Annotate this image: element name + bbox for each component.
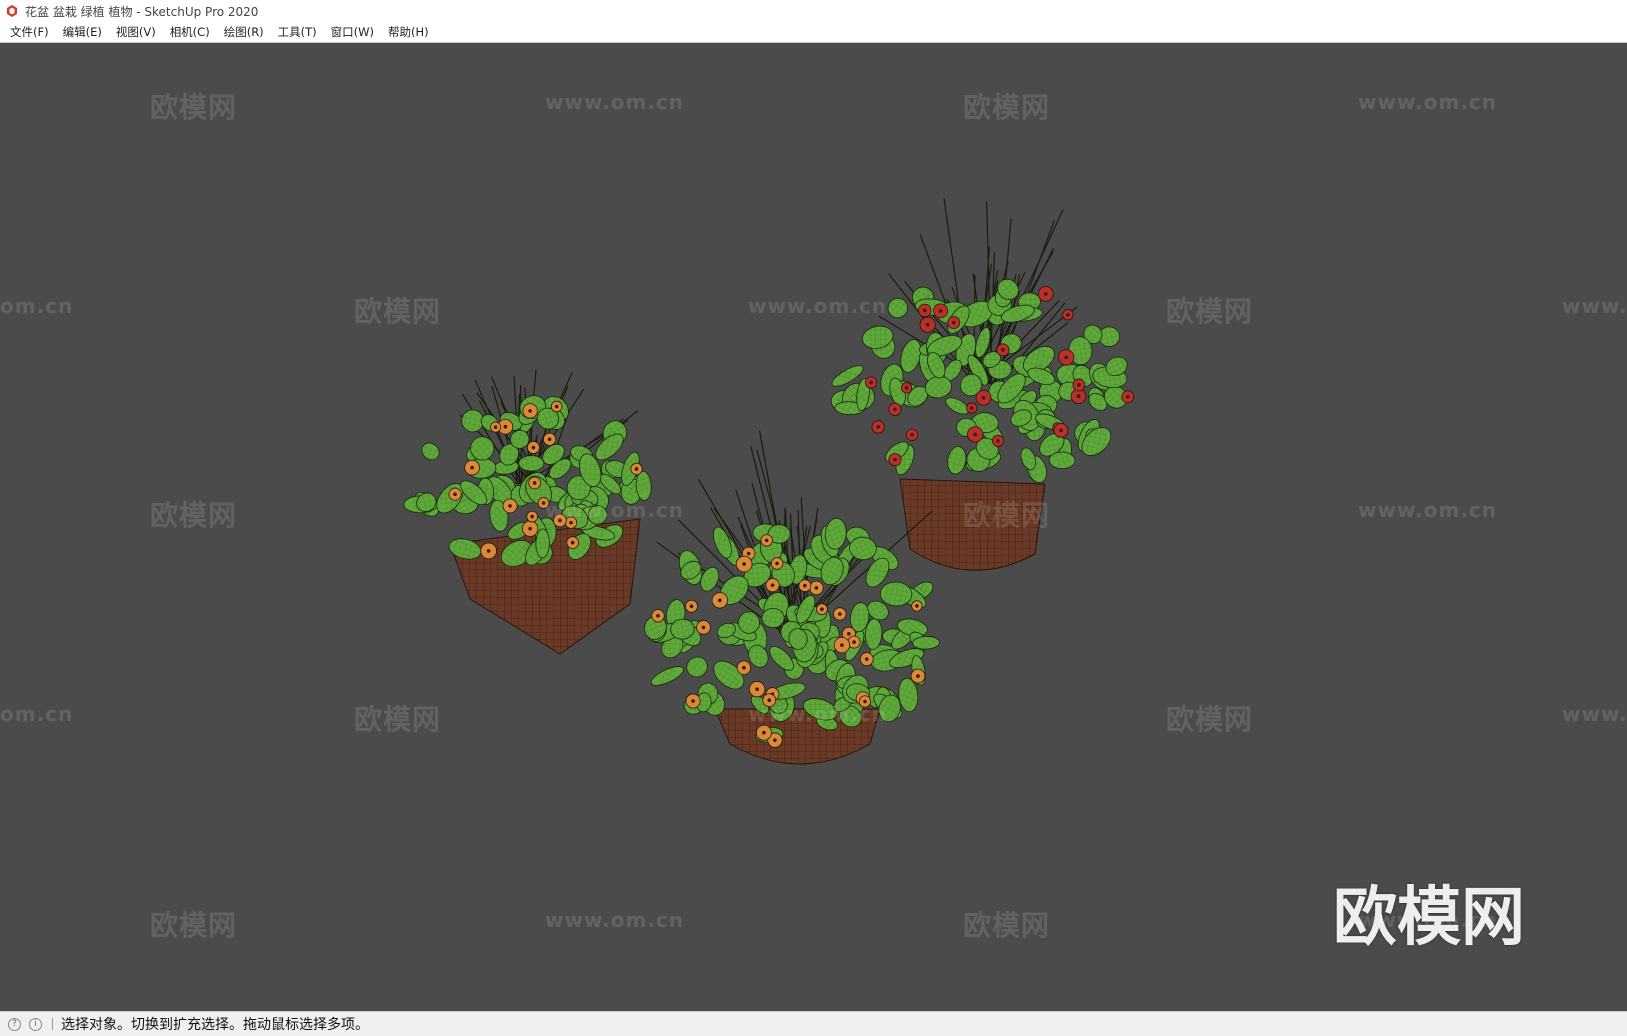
site-logo-watermark: 欧模网 xyxy=(1333,881,1525,955)
bowl-pot-plant[interactable] xyxy=(641,430,941,765)
model-viewport[interactable]: 欧模网 www.om.cn 欧模网 www.om.cn om.cn 欧模网 ww… xyxy=(0,44,1627,1011)
status-divider xyxy=(52,1018,53,1030)
menu-tools[interactable]: 工具(T) xyxy=(271,23,324,42)
heart-pot-plant[interactable] xyxy=(403,369,660,655)
menu-camera[interactable]: 相机(C) xyxy=(163,23,217,42)
status-message: 选择对象。切换到扩充选择。拖动鼠标选择多项。 xyxy=(61,1017,369,1033)
menu-edit[interactable]: 编辑(E) xyxy=(56,23,109,42)
menu-file[interactable]: 文件(F) xyxy=(3,23,56,42)
menu-view[interactable]: 视图(V) xyxy=(109,23,163,42)
info-icon[interactable]: i xyxy=(29,1017,42,1031)
sketchup-app-icon[interactable] xyxy=(5,4,19,18)
menu-draw[interactable]: 绘图(R) xyxy=(217,23,271,42)
menu-help[interactable]: 帮助(H) xyxy=(381,23,436,42)
geo-location-icon[interactable]: ? xyxy=(8,1017,21,1031)
status-bar: ? i 选择对象。切换到扩充选择。拖动鼠标选择多项。 xyxy=(0,1011,1627,1036)
round-pot-plant-red[interactable] xyxy=(829,198,1135,571)
window-title: 花盆 盆栽 绿植 植物 - SketchUp Pro 2020 xyxy=(25,4,259,19)
title-bar: 花盆 盆栽 绿植 植物 - SketchUp Pro 2020 xyxy=(0,0,1627,22)
menu-bar: 文件(F) 编辑(E) 视图(V) 相机(C) 绘图(R) 工具(T) 窗口(W… xyxy=(0,22,1627,43)
menu-window[interactable]: 窗口(W) xyxy=(324,23,381,42)
